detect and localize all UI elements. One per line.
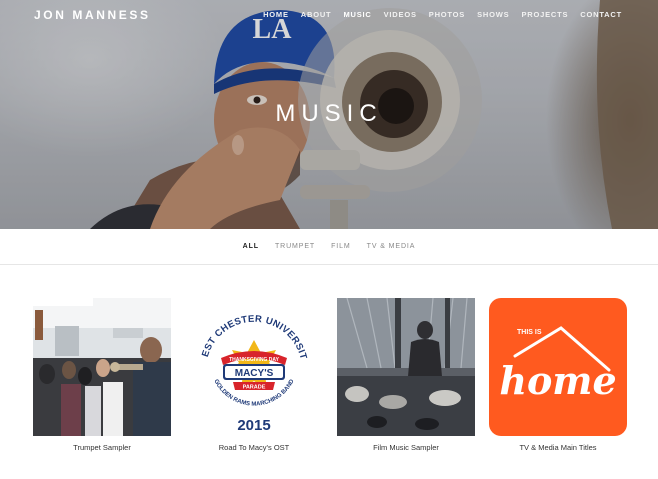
caption-film-music-sampler[interactable]: Film Music Sampler [337,443,475,452]
logo-center: MACY'S [235,368,274,379]
thumbnail-trumpet-sampler[interactable] [33,298,171,436]
photo-band-performance [33,298,171,436]
filter-film[interactable]: FILM [331,243,351,250]
hero-banner: LA JON MANNESS HOME ABOUT MUSIC VIDEOS P… [0,0,658,229]
filter-all[interactable]: ALL [243,243,259,250]
logo-script-text: home [499,358,616,403]
grid-item-trumpet-sampler[interactable]: Trumpet Sampler [33,298,171,452]
macys-parade-logo: WEST CHESTER UNIVERSITY THANKSGIVING DAY… [185,298,323,436]
filter-tv-media[interactable]: TV & MEDIA [367,243,416,250]
nav-shows[interactable]: SHOWS [477,10,509,19]
nav-about[interactable]: ABOUT [301,10,332,19]
nav-projects[interactable]: PROJECTS [521,10,568,19]
main-nav: HOME ABOUT MUSIC VIDEOS PHOTOS SHOWS PRO… [263,10,622,19]
caption-road-to-macys[interactable]: Road To Macy's OST [185,443,323,452]
nav-photos[interactable]: PHOTOS [429,10,465,19]
filter-trumpet[interactable]: TRUMPET [275,243,315,250]
page-title: MUSIC [275,100,383,127]
logo-small-text: THIS IS [517,329,542,336]
caption-tv-media-main-titles[interactable]: TV & Media Main Titles [489,443,627,452]
nav-videos[interactable]: VIDEOS [384,10,417,19]
thumbnail-road-to-macys[interactable]: WEST CHESTER UNIVERSITY THANKSGIVING DAY… [185,298,323,436]
site-brand[interactable]: JON MANNESS [34,8,151,22]
logo-year: 2015 [237,417,270,434]
photo-orchestra-conductor [337,298,475,436]
nav-contact[interactable]: CONTACT [580,10,622,19]
grid-item-road-to-macys[interactable]: WEST CHESTER UNIVERSITY THANKSGIVING DAY… [185,298,323,452]
grid-item-film-music-sampler[interactable]: Film Music Sampler [337,298,475,452]
nav-music[interactable]: MUSIC [343,10,371,19]
grid-item-tv-media-main-titles[interactable]: THIS IS home TV & Media Main Titles [489,298,627,452]
this-is-home-logo: THIS IS home [489,298,627,436]
logo-banner-top: THANKSGIVING DAY [229,357,279,363]
thumbnail-film-music-sampler[interactable] [337,298,475,436]
filter-bar: ALL TRUMPET FILM TV & MEDIA [0,229,658,265]
thumbnail-tv-media-main-titles[interactable]: THIS IS home [489,298,627,436]
caption-trumpet-sampler[interactable]: Trumpet Sampler [33,443,171,452]
logo-banner-bottom: PARADE [243,385,266,391]
nav-home[interactable]: HOME [263,10,289,19]
